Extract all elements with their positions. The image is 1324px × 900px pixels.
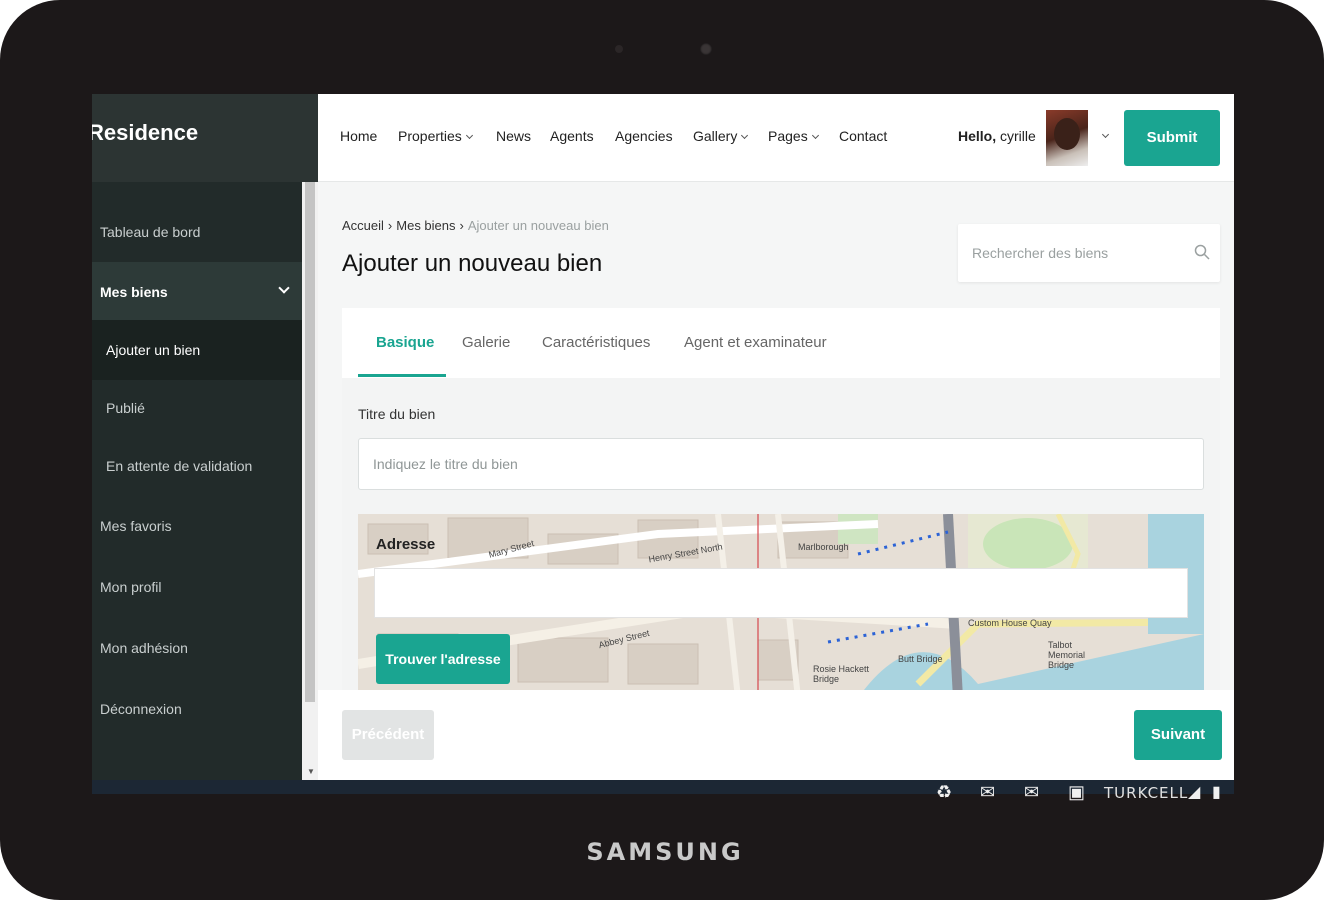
map-street-label: Talbot Memorial Bridge	[1048, 640, 1086, 670]
sidebar-item-my-properties[interactable]: Mes biens	[92, 262, 302, 322]
tab-basic[interactable]: Basique	[376, 334, 434, 351]
map-street-label: Marlborough	[798, 542, 849, 552]
find-address-button[interactable]: Trouver l'adresse	[376, 634, 510, 684]
caret-down-icon	[811, 131, 819, 140]
user-greeting[interactable]: Hello, cyrille	[958, 128, 1036, 144]
nav-home[interactable]: Home	[340, 128, 377, 144]
page-title: Ajouter un nouveau bien	[342, 250, 603, 277]
mail-icon[interactable]: ✉	[980, 782, 995, 803]
signal-icon: ◢	[1188, 784, 1201, 801]
nav-gallery[interactable]: Gallery	[693, 128, 749, 144]
screen: Residence Tableau de bord Mes biens Ajou…	[92, 94, 1234, 794]
nav-agencies[interactable]: Agencies	[615, 128, 673, 144]
sidebar-item-favorites[interactable]: Mes favoris	[92, 496, 302, 556]
tab-gallery[interactable]: Galerie	[462, 334, 510, 351]
breadcrumb-section[interactable]: Mes biens	[396, 218, 455, 233]
tab-features[interactable]: Caractéristiques	[542, 334, 650, 351]
active-tab-indicator	[358, 374, 446, 377]
sidebar-item-logout[interactable]: Déconnexion	[92, 679, 302, 739]
avatar-face	[1054, 118, 1080, 150]
nav-pages[interactable]: Pages	[768, 128, 819, 144]
form-footer: Précédent Suivant	[318, 690, 1234, 780]
search-box	[958, 224, 1220, 282]
top-navbar: Home Properties News Agents Agencies Gal…	[318, 94, 1234, 182]
title-input[interactable]	[358, 438, 1204, 490]
nav-label: Gallery	[693, 128, 738, 144]
map-street-label: Rosie Hackett Bridge	[813, 664, 870, 684]
previous-button[interactable]: Précédent	[342, 710, 434, 760]
recycle-icon[interactable]: ♻	[936, 782, 952, 803]
map-street-label: Butt Bridge	[898, 654, 943, 664]
camera-lens	[700, 43, 712, 55]
breadcrumb-separator: ›	[459, 218, 464, 233]
next-button[interactable]: Suivant	[1134, 710, 1222, 760]
breadcrumb: Accueil › Mes biens › Ajouter un nouveau bie…	[342, 218, 609, 233]
address-input[interactable]	[374, 568, 1188, 618]
store-icon[interactable]: ▣	[1068, 782, 1085, 803]
caret-down-icon	[465, 131, 473, 140]
sidebar-item-pending[interactable]: En attente de validation	[92, 436, 302, 496]
address-label: Adresse	[376, 536, 436, 553]
nav-agents[interactable]: Agents	[550, 128, 594, 144]
nav-label: Pages	[768, 128, 808, 144]
sidebar-item-membership[interactable]: Mon adhésion	[92, 618, 302, 678]
search-icon[interactable]	[1194, 244, 1210, 260]
map[interactable]: Mary Street Henry Street North Marlborou…	[358, 514, 1204, 698]
chevron-down-icon	[278, 282, 290, 294]
nav-label: Properties	[398, 128, 462, 144]
user-name: cyrille	[1000, 128, 1036, 144]
avatar[interactable]	[1046, 110, 1088, 166]
status-bar	[92, 780, 1234, 794]
sensor	[615, 45, 623, 53]
sidebar: Residence Tableau de bord Mes biens Ajou…	[92, 94, 318, 780]
submit-button[interactable]: Submit	[1124, 110, 1220, 166]
breadcrumb-current: Ajouter un nouveau bien	[467, 218, 609, 233]
caret-down-icon	[741, 131, 749, 140]
sidebar-item-published[interactable]: Publié	[92, 378, 302, 438]
sidebar-item-add-property[interactable]: Ajouter un bien	[92, 320, 302, 380]
search-input[interactable]	[972, 224, 1182, 282]
device-brand: SAMSUNG	[586, 838, 744, 866]
map-street-label: Custom House Quay	[968, 618, 1052, 628]
sidebar-brand[interactable]: Residence	[92, 94, 318, 182]
title-label: Titre du bien	[358, 406, 436, 422]
breadcrumb-home[interactable]: Accueil	[342, 218, 384, 233]
scroll-down-arrow-icon[interactable]: ▼	[307, 767, 315, 776]
tab-bar: Basique Galerie Caractéristiques Agent e…	[342, 308, 1220, 378]
main-content: Home Properties News Agents Agencies Gal…	[318, 94, 1234, 780]
breadcrumb-separator: ›	[387, 218, 393, 233]
sidebar-item-profile[interactable]: Mon profil	[92, 557, 302, 617]
scrollbar-thumb[interactable]	[305, 182, 315, 702]
nav-properties[interactable]: Properties	[398, 128, 473, 144]
sidebar-item-label: Mes biens	[100, 284, 168, 300]
nav-news[interactable]: News	[496, 128, 531, 144]
tablet-frame: Residence Tableau de bord Mes biens Ajou…	[0, 0, 1324, 900]
nav-contact[interactable]: Contact	[839, 128, 887, 144]
tab-agent-reviewer[interactable]: Agent et examinateur	[684, 334, 827, 351]
user-menu-caret-icon[interactable]	[1101, 130, 1110, 139]
greeting-text: Hello,	[958, 128, 997, 144]
carrier-name: TURKCELL	[1104, 784, 1189, 802]
battery-icon: ▮	[1212, 784, 1221, 801]
mail-icon[interactable]: ✉	[1024, 782, 1039, 803]
sidebar-item-dashboard[interactable]: Tableau de bord	[92, 202, 302, 262]
scrollbar[interactable]: ▼	[302, 182, 318, 780]
